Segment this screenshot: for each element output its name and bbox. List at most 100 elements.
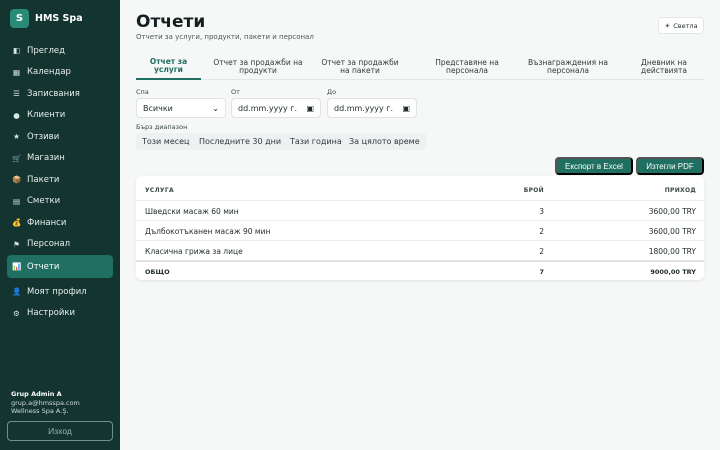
cell-service: Дълбокотъканен масаж 90 мин	[145, 226, 271, 236]
column-header-service: УСЛУГА	[145, 186, 174, 194]
receipt-icon: ▤	[12, 196, 21, 206]
cell-revenue: 3600,00 TRY	[648, 206, 696, 216]
sun-icon: ☀	[664, 21, 671, 30]
quick-range-this-month[interactable]: Този месец	[136, 133, 196, 150]
package-icon: 📦	[12, 175, 22, 184]
money-bag-icon: 💰	[12, 218, 22, 227]
chart-icon: 📊	[12, 262, 22, 271]
to-label: До	[327, 88, 337, 96]
user-email: grup.a@hmsspa.com	[11, 398, 80, 407]
sidebar-item-label: Клиенти	[27, 110, 66, 120]
cell-revenue: 3600,00 TRY	[648, 226, 696, 236]
brand-logo: S	[10, 9, 29, 28]
total-label: ОБЩО	[145, 268, 170, 276]
download-pdf-button[interactable]: Изтегли PDF	[636, 157, 704, 175]
sidebar-item-label: Отзиви	[27, 131, 60, 142]
user-info: Grup Admin A grup.a@hmsspa.com Wellness …	[11, 390, 80, 416]
total-count: 7	[539, 268, 544, 276]
sidebar-item-label: Записвания	[27, 88, 80, 99]
tab-product-sales-report[interactable]: Отчет за продажби на продукти	[210, 54, 306, 80]
tab-staff-performance[interactable]: Представяне на персонала	[421, 54, 513, 80]
from-date-placeholder: dd.mm.yyyy г.	[238, 103, 298, 113]
sidebar-item-bookings[interactable]: ☰ Записвания	[7, 83, 113, 104]
sidebar-item-label: Магазин	[27, 153, 65, 163]
sidebar-item-finance[interactable]: 💰 Финанси	[7, 212, 113, 233]
from-date-input[interactable]: dd.mm.yyyy г. ▣	[231, 98, 321, 118]
sidebar-item-label: Сметки	[27, 196, 61, 206]
sidebar-item-overview[interactable]: ◧ Преглед	[7, 40, 113, 61]
user-icon: 👤	[12, 287, 22, 296]
tab-staff-compensation[interactable]: Възнаграждения на персонала	[523, 54, 613, 80]
user-name: Grup Admin A	[11, 390, 62, 398]
page-subtitle: Отчети за услуги, продукти, пакети и пер…	[136, 33, 314, 41]
table-total-row: ОБЩО 7 9000,00 TRY	[136, 260, 704, 280]
page-title: Отчети	[136, 12, 206, 32]
sidebar-item-label: Пакети	[27, 174, 60, 185]
export-excel-button[interactable]: Експорт в Excel	[555, 157, 633, 175]
flag-icon: ⚑	[13, 239, 20, 249]
quick-range-last-30-days[interactable]: Последните 30 дни	[193, 133, 288, 150]
user-company: Wellness Spa A.Ş.	[11, 407, 69, 415]
calendar-icon[interactable]: ▣	[306, 104, 314, 113]
logout-button[interactable]: Изход	[7, 421, 113, 441]
column-header-count: БРОЙ	[523, 186, 544, 194]
sidebar-item-bills[interactable]: ▤ Сметки	[7, 191, 113, 212]
sidebar-item-clients[interactable]: ● Клиенти	[7, 105, 113, 126]
brand-name: HMS Spa	[35, 13, 83, 24]
list-icon: ☰	[13, 89, 20, 98]
sidebar-item-label: Настройки	[27, 308, 76, 318]
to-date-placeholder: dd.mm.yyyy г.	[334, 103, 394, 113]
sidebar-item-packages[interactable]: 📦 Пакети	[7, 169, 113, 190]
tab-activity-log[interactable]: Дневник на действията	[628, 54, 700, 80]
report-tabs: Отчет за услуги Отчет за продажби на про…	[136, 54, 704, 80]
sidebar-item-shop[interactable]: 🛒 Магазин	[7, 148, 113, 169]
sidebar-item-label: Моят профил	[27, 286, 87, 297]
tab-services-report[interactable]: Отчет за услуги	[136, 54, 201, 80]
to-date-input[interactable]: dd.mm.yyyy г. ▣	[327, 98, 417, 118]
sidebar-item-profile[interactable]: 👤 Моят профил	[7, 281, 113, 302]
calendar-icon[interactable]: ▣	[402, 104, 410, 113]
quick-range-label: Бърз диапазон	[136, 123, 188, 131]
cell-count: 3	[539, 206, 544, 216]
spa-label: Спа	[136, 88, 149, 96]
cart-icon: 🛒	[12, 153, 22, 163]
table-row: Шведски масаж 60 мин 3 3600,00 TRY	[136, 200, 704, 220]
sidebar-item-label: Преглед	[27, 45, 66, 56]
brand[interactable]: S HMS Spa	[10, 9, 83, 28]
clients-icon: ●	[13, 110, 20, 120]
tab-package-sales-report[interactable]: Отчет за продажби на пакети	[316, 54, 404, 80]
from-label: От	[231, 88, 240, 96]
sidebar-item-staff[interactable]: ⚑ Персонал	[7, 234, 113, 255]
gear-icon: ⚙	[13, 308, 20, 318]
sidebar-item-label: Отчети	[27, 261, 60, 272]
total-revenue: 9000,00 TRY	[650, 268, 696, 276]
star-icon: ★	[13, 132, 20, 141]
sidebar-item-label: Финанси	[27, 217, 67, 228]
theme-label: Светла	[673, 21, 698, 30]
sidebar-item-reports[interactable]: 📊 Отчети	[7, 255, 113, 278]
spa-select-value: Всички	[143, 103, 173, 113]
cell-service: Класична грижа за лице	[145, 246, 243, 256]
sidebar-item-label: Календар	[27, 67, 71, 77]
theme-toggle-button[interactable]: ☀ Светла	[658, 17, 704, 34]
column-header-revenue: ПРИХОД	[664, 186, 696, 194]
table-header: УСЛУГА БРОЙ ПРИХОД	[136, 180, 704, 200]
table-row: Дълбокотъканен масаж 90 мин 2 3600,00 TR…	[136, 220, 704, 240]
cell-count: 2	[539, 246, 544, 256]
sidebar-item-reviews[interactable]: ★ Отзиви	[7, 126, 113, 147]
quick-range-this-year[interactable]: Тази година	[284, 133, 348, 150]
services-report-table: УСЛУГА БРОЙ ПРИХОД Шведски масаж 60 мин …	[136, 176, 704, 280]
spa-select[interactable]: Всички ⌄	[136, 98, 226, 118]
sidebar-item-settings[interactable]: ⚙ Настройки	[7, 303, 113, 324]
overview-icon: ◧	[12, 46, 21, 55]
sidebar-nav: ◧ Преглед ▦ Календар ☰ Записвания ● Клиенти …	[7, 40, 113, 324]
sidebar-item-label: Персонал	[27, 239, 71, 249]
cell-service: Шведски масаж 60 мин	[145, 206, 239, 216]
quick-range-all-time[interactable]: За цялото време	[343, 133, 426, 150]
cell-count: 2	[539, 226, 544, 236]
table-row: Класична грижа за лице 2 1800,00 TRY	[136, 240, 704, 260]
sidebar-item-calendar[interactable]: ▦ Календар	[7, 62, 113, 83]
calendar-icon: ▦	[12, 67, 21, 77]
sidebar: S HMS Spa ◧ Преглед ▦ Календар ☰ Записвания…	[0, 0, 120, 450]
cell-revenue: 1800,00 TRY	[648, 246, 696, 256]
